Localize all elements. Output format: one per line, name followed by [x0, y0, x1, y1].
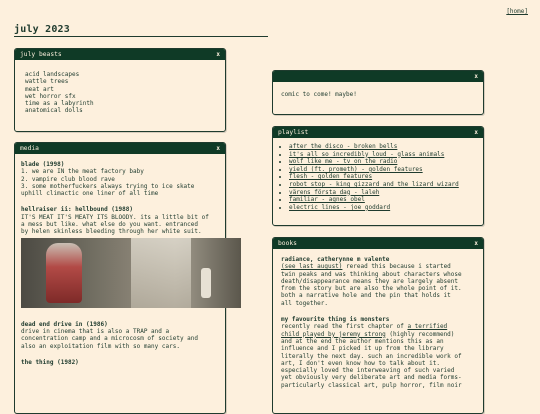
media-window-header[interactable]: media x: [15, 143, 225, 154]
media-content: blade (1998) 1. we are IN the meat facto…: [15, 154, 241, 370]
books-window-header[interactable]: books x: [273, 238, 483, 249]
book-entry-line: all together.: [281, 299, 328, 307]
playlist-content: after the disco - broken bells it's all …: [273, 138, 483, 216]
playlist-track-link[interactable]: electric lines - joe goddard: [289, 204, 390, 211]
close-icon[interactable]: x: [474, 129, 478, 136]
playlist-window-header[interactable]: playlist x: [273, 127, 483, 138]
media-entry-title: blade (1998): [21, 161, 65, 168]
media-entry-line: concentration camp and a microcosm of so…: [21, 335, 199, 343]
books-content: radiance, catherynne m valente (see last…: [273, 249, 483, 393]
playlist-list: after the disco - broken bells it's all …: [279, 143, 477, 211]
book-entry-line: art, I don't even know how to talk about…: [281, 359, 440, 367]
book-link[interactable]: a terrified: [407, 323, 447, 330]
book-link[interactable]: child played by jeremy strong: [281, 331, 386, 338]
book-entry-line: influence and I picked it up from the li…: [281, 345, 444, 353]
page-title: july 2023: [14, 24, 70, 35]
playlist-track-link[interactable]: wolf like me - tv on the radio: [289, 158, 397, 165]
comic-content: comic to come! maybe!: [273, 82, 483, 104]
list-item: time as a labyrinth: [25, 100, 94, 108]
book-entry-line: literally the next day. such an incredib…: [281, 352, 462, 360]
media-entry-line: drive in cinema that is also a TRAP and …: [21, 327, 170, 335]
beasts-list: acid landscapes wattle trees meat art we…: [15, 60, 225, 119]
beasts-window: july beasts x acid landscapes wattle tre…: [14, 48, 226, 132]
list-item: acid landscapes: [25, 71, 80, 78]
close-icon[interactable]: x: [216, 145, 220, 152]
media-window-title: media: [20, 145, 39, 152]
beasts-window-header[interactable]: july beasts x: [15, 49, 225, 60]
book-entry-line: especially loved the interweaving of suc…: [281, 367, 455, 375]
list-item: wet horror sfx: [25, 92, 76, 100]
playlist-window-title: playlist: [278, 129, 309, 136]
media-window: media x blade (1998) 1. we are IN the me…: [14, 142, 241, 414]
media-entry-line: 2. vampire club blood rave: [21, 175, 115, 183]
book-entry-line: from the story but are also the whole po…: [281, 285, 462, 293]
book-entry-line: twin peaks and was thinking about charac…: [281, 270, 462, 278]
media-entry-line: 3. some motherfuckers always trying to i…: [21, 182, 195, 190]
book-entry-line: reread this because i started: [342, 263, 451, 271]
book-entry-line: recently read the first chapter of: [281, 323, 408, 331]
book-entry-line: and at the end the author mentions this …: [281, 337, 444, 345]
home-link[interactable]: [home]: [506, 8, 528, 15]
book-entry-line: (highly recommend): [385, 330, 455, 338]
media-entry-line: a mess but like. what else do you want. …: [21, 221, 199, 229]
playlist-track-link[interactable]: it's all so incredibly loud - glass anim…: [289, 151, 444, 158]
media-entry-title: dead end drive in (1986): [21, 320, 108, 328]
beasts-window-title: july beasts: [20, 51, 62, 58]
list-item: meat art: [25, 85, 54, 93]
media-entry-title: the thing (1982): [21, 358, 79, 366]
book-entry-line: particularly classical art, pulp horror,…: [281, 381, 462, 389]
media-entry-line: IT'S MEAT IT'S MEATY ITS BLOODY. its a l…: [21, 213, 209, 221]
playlist-window: playlist x after the disco - broken bell…: [272, 126, 484, 226]
comic-window: x comic to come! maybe!: [272, 70, 484, 115]
media-entry-line: also an exploitation film with so many c…: [21, 342, 180, 350]
books-window-title: books: [278, 240, 297, 247]
playlist-track-link[interactable]: flesh - golden features: [289, 173, 372, 180]
books-window: books x radiance, catherynne m valente (…: [272, 237, 484, 414]
title-divider: [14, 36, 268, 37]
close-icon[interactable]: x: [474, 240, 478, 247]
playlist-track-link[interactable]: robot stop - king gizzard and the lizard…: [289, 181, 459, 188]
media-entry-line: 1. we are IN the meat factory baby: [21, 168, 144, 176]
book-entry-line: yet obviously very deliberate art and me…: [281, 374, 462, 382]
comic-window-header[interactable]: x: [273, 71, 483, 82]
media-entry-line: uphill climactic one liner of all time: [21, 190, 159, 198]
close-icon[interactable]: x: [474, 73, 478, 80]
book-entry-line: death/disappearance means they are large…: [281, 277, 459, 285]
playlist-track-link[interactable]: värens första dag - laleh: [289, 189, 379, 196]
media-entry-line: by helen skinless bleeding through her w…: [21, 228, 202, 236]
comic-text: comic to come! maybe!: [281, 91, 357, 98]
media-entry-title: hellraiser ii: hellbound (1988): [21, 206, 133, 214]
list-item: anatomical dolls: [25, 107, 83, 115]
book-entry-title: my favourite thing is monsters: [281, 316, 390, 324]
book-entry-line: both a narrative hole and the pin that h…: [281, 292, 451, 300]
close-icon[interactable]: x: [216, 51, 220, 58]
playlist-track-link[interactable]: yield (ft. prometh) - golden features: [289, 166, 423, 173]
book-link[interactable]: (see last august): [281, 263, 342, 270]
playlist-track-link[interactable]: familiar - agnes obel: [289, 196, 365, 203]
playlist-track-link[interactable]: after the disco - broken bells: [289, 143, 397, 150]
film-still-image: [21, 237, 241, 308]
list-item: wattle trees: [25, 78, 69, 86]
book-entry-title: radiance, catherynne m valente: [281, 256, 390, 263]
